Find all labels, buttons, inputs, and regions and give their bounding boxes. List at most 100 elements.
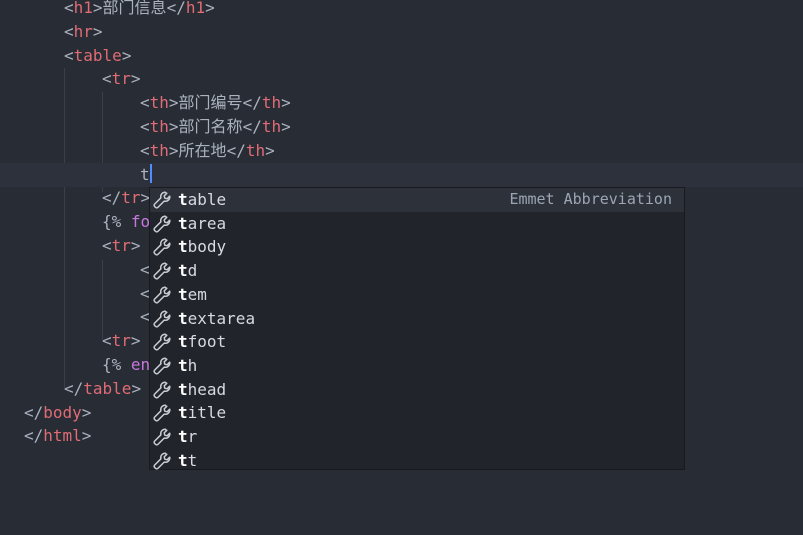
- template-keyword: fo: [130, 212, 151, 232]
- tag-name: h1: [185, 0, 206, 17]
- code-token: >: [130, 331, 141, 351]
- code-token: >: [121, 45, 132, 65]
- tag-name: hr: [73, 21, 93, 41]
- suggestion-rest: body: [187, 237, 227, 257]
- matched-prefix: t: [178, 190, 188, 209]
- code-token: <: [64, 45, 74, 65]
- tag-name: th: [261, 93, 282, 113]
- code-token: <: [102, 331, 112, 351]
- matched-prefix: t: [178, 308, 188, 328]
- code-token: >: [265, 140, 275, 160]
- code-token: <: [140, 140, 150, 160]
- tag-name: html: [43, 426, 82, 446]
- suggestion-item[interactable]: tr: [150, 425, 684, 449]
- code-token: >: [168, 93, 179, 113]
- code-token: t: [140, 164, 150, 184]
- code-token: </: [226, 140, 246, 160]
- suggestion-rest: d: [187, 261, 198, 281]
- suggestion-rest: em: [187, 284, 207, 304]
- wrench-icon: [153, 262, 171, 280]
- code-token: >: [205, 0, 215, 17]
- wrench-icon: [153, 309, 171, 328]
- code-token: <: [140, 93, 150, 113]
- tag-name: tr: [121, 188, 141, 208]
- suggestion-rest: h: [187, 355, 198, 375]
- suggestion-rest: head: [187, 379, 227, 399]
- code-token: </: [24, 426, 44, 446]
- code-token: 部门信息: [102, 0, 167, 17]
- matched-prefix: t: [178, 427, 188, 446]
- code-token: >: [281, 117, 291, 136]
- suggestion-item[interactable]: th: [150, 354, 684, 378]
- matched-prefix: t: [178, 450, 188, 470]
- suggestion-label: tbody: [178, 235, 226, 259]
- suggestion-item[interactable]: textarea: [150, 307, 684, 331]
- code-token: </: [102, 188, 122, 208]
- code-token: >: [130, 69, 141, 89]
- wrench-icon: [153, 452, 171, 470]
- matched-prefix: t: [178, 284, 188, 304]
- wrench-icon: [153, 191, 171, 209]
- wrench-icon: [153, 404, 171, 422]
- suggestion-item[interactable]: tarea: [150, 212, 684, 236]
- code-token: {%: [102, 355, 131, 374]
- code-token: <: [102, 69, 112, 89]
- text-cursor: [149, 163, 152, 183]
- tag-name: th: [261, 117, 282, 136]
- code-token: </: [64, 378, 84, 398]
- suggestion-label: tarea: [178, 212, 226, 236]
- code-token: 部门名称: [178, 117, 243, 136]
- tag-name: th: [245, 140, 266, 160]
- matched-prefix: t: [178, 379, 188, 399]
- code-token: >: [168, 140, 179, 160]
- wrench-icon: [153, 357, 171, 375]
- template-keyword: en: [130, 355, 151, 374]
- tag-name: th: [149, 117, 169, 136]
- wrench-icon: [153, 215, 171, 233]
- suggestion-label: td: [178, 259, 197, 283]
- code-token: >: [92, 21, 103, 41]
- suggestion-item[interactable]: tem: [150, 283, 684, 307]
- code-token: <: [64, 21, 74, 41]
- wrench-icon: [153, 286, 171, 304]
- code-token: >: [81, 426, 92, 446]
- code-token: </: [24, 402, 44, 422]
- tag-name: tr: [111, 69, 131, 89]
- matched-prefix: t: [178, 213, 188, 233]
- suggestion-item[interactable]: title: [150, 401, 684, 425]
- suggestion-label: tt: [178, 449, 197, 473]
- suggestion-item[interactable]: tbody: [150, 235, 684, 259]
- tag-name: table: [73, 45, 122, 65]
- suggestion-rest: itle: [187, 403, 227, 423]
- suggestion-label: thead: [178, 378, 226, 402]
- suggestion-item[interactable]: td: [150, 259, 684, 283]
- tag-name: table: [83, 378, 132, 398]
- indent-guide: [64, 68, 65, 388]
- suggestion-label: th: [178, 354, 197, 378]
- wrench-icon: [153, 428, 171, 446]
- tag-name: th: [149, 140, 169, 160]
- code-token: >: [131, 378, 142, 398]
- code-token: </: [242, 93, 262, 113]
- code-token: >: [81, 402, 92, 422]
- wrench-icon: [153, 333, 171, 351]
- suggestion-label: table: [178, 188, 226, 212]
- suggestion-item[interactable]: thead: [150, 378, 684, 402]
- code-editor[interactable]: <h1>部门信息</h1> <hr> <table> <tr> <th>部门编号</th…: [0, 0, 803, 535]
- suggestion-rest: area: [187, 213, 227, 233]
- wrench-icon: [153, 381, 171, 399]
- suggestion-rest: r: [187, 427, 198, 446]
- autocomplete-popup[interactable]: table Emmet Abbreviation tarea tbody td tem te…: [149, 187, 685, 470]
- code-token: >: [92, 0, 103, 17]
- code-line[interactable]: t: [0, 162, 803, 187]
- matched-prefix: t: [178, 332, 188, 352]
- code-token: <: [102, 236, 112, 255]
- code-token: </: [242, 117, 262, 136]
- code-token: </: [166, 0, 186, 17]
- tag-name: body: [43, 402, 82, 422]
- suggestion-label: tem: [178, 283, 207, 307]
- suggestion-description: Emmet Abbreviation: [509, 190, 672, 208]
- suggestion-item[interactable]: table Emmet Abbreviation: [150, 188, 684, 212]
- suggestion-item[interactable]: tfoot: [150, 330, 684, 354]
- suggestion-item[interactable]: tt: [150, 449, 684, 473]
